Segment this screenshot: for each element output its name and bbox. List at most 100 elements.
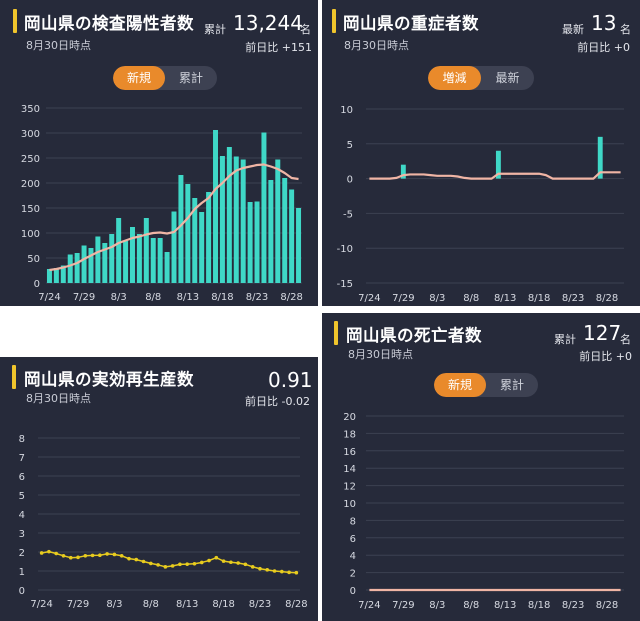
y-tick-label: 12 [343,482,356,493]
y-tick-label: 7 [19,453,25,464]
bar [282,178,288,283]
bar [206,192,212,283]
bar [199,212,205,283]
y-tick-label: 10 [340,105,353,116]
bar [240,159,246,283]
x-tick-label: 7/24 [358,293,380,304]
severe-cases-chart: 10 5 0 -5 -10 -15 7/24 7/29 8/3 8/8 8/13 8/18 8/23 8/… [337,105,624,304]
bar [136,234,142,283]
x-tick-label: 7/24 [358,600,380,611]
bar [296,208,302,283]
y-tick-label: 4 [350,551,356,562]
x-tick-label: 8/3 [106,599,122,610]
data-point [229,560,233,565]
rt-panel: 岡山県の実効再生産数 8月30日時点 0.91 前日比 -0.02 012345… [0,357,318,621]
y-tick-label: 0 [347,175,353,186]
data-point [258,566,262,571]
y-tick-label: 150 [21,204,40,215]
data-point [265,568,270,572]
severe-cases-panel: 岡山県の重症者数 8月30日時点 最新 13 名 前日比 +0 増減 最新 10… [322,0,640,306]
x-tick-label: 7/29 [73,292,95,303]
x-tick-label: 8/8 [143,599,159,610]
y-tick-label: 300 [21,129,40,140]
data-point [61,554,66,558]
x-tick-label: 8/13 [176,599,198,610]
x-tick-label: 8/23 [249,599,271,610]
y-tick-label: 2 [350,569,356,580]
deaths-chart: 0 2 4 6 8 10 12 14 16 18 20 7/24 7/29 8/3 8/8 8/13 8/18 8… [343,412,624,611]
data-point [192,561,197,566]
y-tick-label: 5 [19,491,25,502]
data-point [250,565,255,569]
x-tick-label: 8/28 [285,599,307,610]
data-point [178,562,182,567]
x-tick-label: 8/23 [562,600,584,611]
bar [88,248,94,283]
series-line [41,550,297,574]
y-tick-label: 250 [21,154,40,165]
data-point [199,560,204,565]
x-tick-label: 7/29 [67,599,89,610]
data-point [243,562,248,567]
positive-cases-chart: 0 50 100 150 200 250 300 350 7/24 7/29 8/3 8/8 8/13 8… [21,104,303,303]
data-point [105,552,109,556]
x-tick-label: 8/3 [429,293,445,304]
data-point [127,556,131,561]
y-tick-label: 350 [21,104,40,115]
x-tick-label: 8/3 [111,292,127,303]
x-tick-label: 8/8 [463,600,479,611]
y-tick-label: 8 [19,434,25,445]
y-tick-label: 100 [21,229,40,240]
series-line [369,171,621,180]
y-tick-label: -10 [337,244,353,255]
y-tick-label: 14 [343,464,356,475]
x-tick-label: 8/13 [494,600,516,611]
x-tick-label: 7/29 [392,293,414,304]
x-tick-label: 8/18 [528,600,550,611]
y-tick-label: 8 [350,516,356,527]
bar [226,147,232,283]
y-tick-label: 6 [19,472,25,483]
data-point [54,551,58,556]
x-tick-label: 8/8 [463,293,479,304]
bar [268,180,274,283]
x-tick-label: 8/18 [211,292,233,303]
data-point [287,570,291,575]
bar [289,189,295,283]
x-tick-label: 7/29 [392,600,414,611]
bar [185,184,191,283]
data-point [76,555,80,560]
y-tick-label: -15 [337,279,353,290]
bar [171,211,177,283]
x-tick-label: 8/13 [177,292,199,303]
data-point [134,557,139,562]
data-point [236,561,240,565]
y-tick-label: 1 [19,567,25,578]
data-point [207,558,211,563]
bar [157,238,163,283]
data-point [221,559,226,563]
bar [178,175,184,283]
data-point [39,551,44,555]
bar [46,269,52,283]
data-point [141,559,146,564]
y-tick-label: -5 [343,209,353,220]
bar [74,253,80,283]
x-tick-label: 8/28 [280,292,302,303]
bar [67,254,73,283]
data-point [98,553,102,558]
y-tick-label: 16 [343,447,356,458]
y-tick-label: 50 [27,254,40,265]
data-point [149,561,153,566]
y-tick-label: 4 [19,510,25,521]
x-tick-label: 8/18 [212,599,234,610]
bar [123,241,129,283]
data-point [112,552,117,557]
bar [254,201,260,283]
x-tick-label: 8/8 [145,292,161,303]
bar [81,245,87,283]
x-tick-label: 8/23 [246,292,268,303]
x-tick-label: 7/24 [30,599,52,610]
data-point [90,553,95,558]
positive-cases-panel: 岡山県の検査陽性者数 8月30日時点 累計 13,244 名 前日比 +151 … [0,0,318,306]
